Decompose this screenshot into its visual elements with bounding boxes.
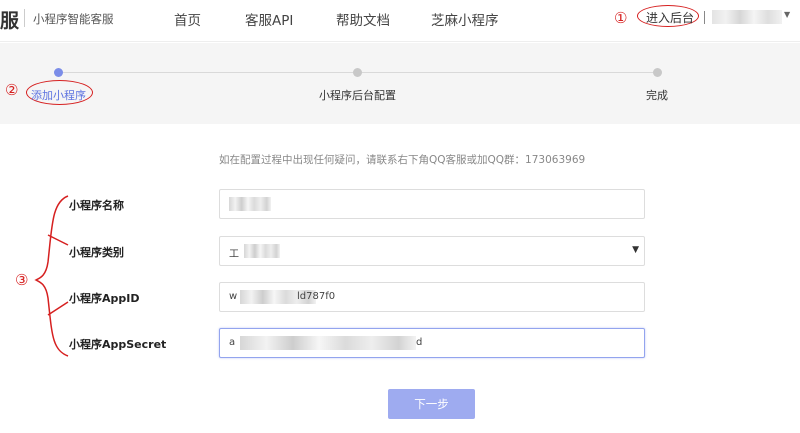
appid-prefix: w — [229, 291, 238, 302]
blurred-value — [244, 244, 280, 258]
logo-mark: 服 — [0, 10, 20, 32]
annotation-brace — [34, 195, 69, 357]
appid-suffix: ld787f0 — [297, 291, 336, 302]
label-appid: 小程序AppID — [69, 292, 140, 305]
appsecret-input[interactable]: a d — [219, 328, 645, 358]
chevron-down-icon[interactable]: ▼ — [784, 10, 790, 19]
blurred-value — [229, 197, 271, 211]
progress-steps: ② 添加小程序 小程序后台配置 完成 — [0, 43, 800, 124]
label-miniprogram-name: 小程序名称 — [69, 199, 124, 212]
label-miniprogram-category: 小程序类别 — [69, 246, 124, 259]
appsecret-suffix: d — [416, 337, 423, 348]
miniprogram-name-input[interactable] — [219, 189, 645, 219]
annotation-1: ① — [614, 9, 628, 27]
appid-input[interactable]: w ld787f0 — [219, 282, 645, 312]
label-appsecret: 小程序AppSecret — [69, 338, 167, 351]
next-step-button[interactable]: 下一步 — [388, 389, 475, 419]
step-label-done: 完成 — [646, 89, 668, 102]
category-value: 工 — [229, 249, 239, 260]
top-header: 服 小程序智能客服 首页 客服API 帮助文档 芝麻小程序 ① 进入后台 ▼ — [0, 0, 800, 42]
step-label-config: 小程序后台配置 — [319, 89, 396, 102]
annotation-3: ③ — [15, 271, 29, 289]
user-divider — [704, 11, 705, 24]
step-dot-add — [54, 68, 63, 77]
nav-customer-api[interactable]: 客服API — [245, 9, 293, 29]
step-dot-config — [353, 68, 362, 77]
nav-home[interactable]: 首页 — [174, 9, 201, 29]
annotation-2: ② — [5, 81, 19, 99]
appsecret-prefix: a — [229, 337, 236, 348]
caret-down-icon: ▼ — [632, 245, 639, 255]
enter-admin-link[interactable]: 进入后台 — [646, 9, 694, 26]
nav-zhima-miniprogram[interactable]: 芝麻小程序 — [431, 9, 499, 29]
step-dot-done — [653, 68, 662, 77]
logo-divider — [24, 9, 25, 27]
step-label-add: 添加小程序 — [31, 89, 86, 102]
nav-help-docs[interactable]: 帮助文档 — [336, 9, 390, 29]
blurred-value — [240, 336, 416, 350]
logo-text: 小程序智能客服 — [33, 12, 114, 26]
user-name-blurred[interactable] — [712, 10, 782, 24]
help-hint: 如在配置过程中出现任何疑问，请联系右下角QQ客服或加QQ群：173063969 — [219, 154, 586, 166]
miniprogram-category-select[interactable]: 工 ▼ — [219, 236, 645, 266]
